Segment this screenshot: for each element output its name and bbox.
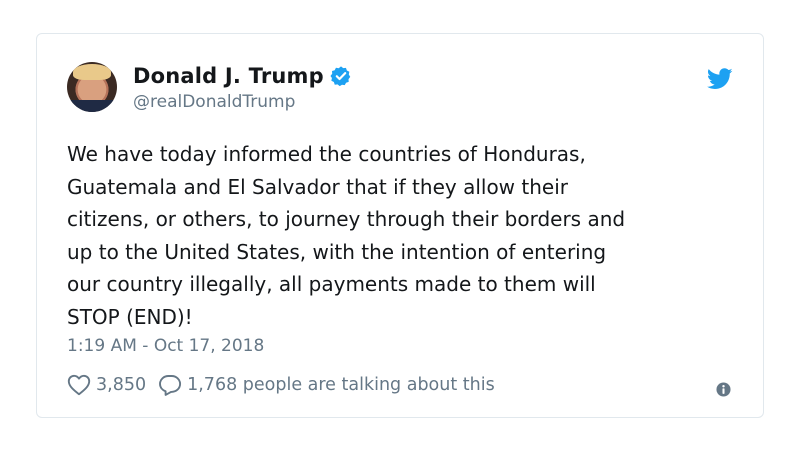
like-count: 3,850 [96,375,147,395]
author-handle[interactable]: @realDonaldTrump [133,92,295,112]
tweet-text: We have today informed the countries of … [67,142,626,329]
verified-badge-icon [330,66,351,87]
tweet-actions: 3,850 1,768 people are talking about thi… [67,374,495,396]
twitter-bird-icon[interactable] [707,68,733,90]
like-action[interactable]: 3,850 [67,374,146,396]
avatar-hair [73,64,111,80]
author-name-row: Donald J. Trump [133,64,352,88]
tweet-timestamp[interactable]: 1:19 AM - Oct 17, 2018 [67,336,264,356]
info-icon[interactable] [716,382,731,397]
heart-icon[interactable] [67,374,91,396]
embedded-tweet-card: Donald J. Trump @realDonaldTrump We have… [36,33,764,418]
author-avatar[interactable] [67,62,117,112]
talking-count: 1,768 people are talking about this [187,375,495,395]
conversation-action[interactable]: 1,768 people are talking about this [158,374,495,396]
avatar-suit [67,100,117,112]
author-name[interactable]: Donald J. Trump [133,64,324,88]
speech-bubble-icon[interactable] [158,374,182,396]
